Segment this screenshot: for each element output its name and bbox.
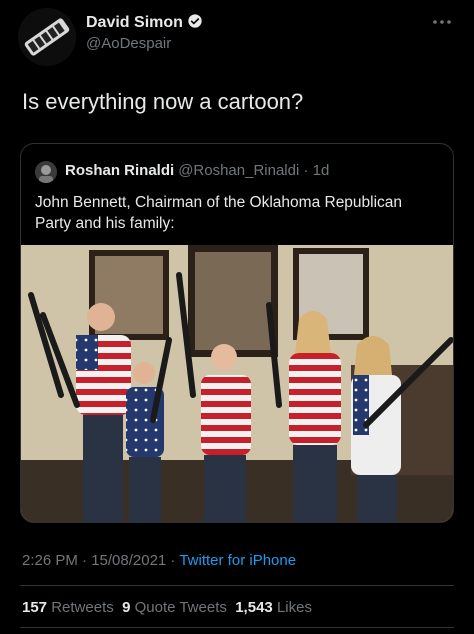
more-options-icon[interactable] bbox=[432, 12, 452, 30]
likes-stat[interactable]: 1,543 Likes bbox=[235, 599, 312, 616]
author-name[interactable]: David Simon bbox=[86, 13, 203, 32]
divider-bottom bbox=[20, 627, 454, 628]
author-display-name[interactable]: David Simon bbox=[86, 14, 183, 31]
tweet-meta: 2:26 PM · 15/08/2021 · Twitter for iPhon… bbox=[22, 552, 296, 569]
quote-tweets-stat[interactable]: 9 Quote Tweets bbox=[122, 599, 227, 616]
verified-badge-icon bbox=[188, 14, 202, 28]
quoted-handle-time: @Roshan_Rinaldi · 1d bbox=[178, 162, 330, 179]
family-photo-image bbox=[21, 245, 453, 522]
quoted-display-name[interactable]: Roshan Rinaldi bbox=[65, 162, 174, 179]
divider bbox=[20, 585, 454, 586]
tweet-source-link[interactable]: Twitter for iPhone bbox=[179, 552, 296, 569]
avatar-image bbox=[18, 8, 76, 66]
quoted-avatar[interactable] bbox=[35, 161, 57, 183]
retweets-stat[interactable]: 157 Retweets bbox=[22, 599, 114, 616]
tweet-photo[interactable] bbox=[21, 245, 453, 522]
quoted-author[interactable]: Roshan Rinaldi @Roshan_Rinaldi · 1d bbox=[65, 162, 329, 179]
author-handle[interactable]: @AoDespair bbox=[86, 35, 171, 52]
tweet-timestamp[interactable]: 2:26 PM · 15/08/2021 · bbox=[22, 552, 175, 569]
tweet-text: Is everything now a cartoon? bbox=[22, 89, 304, 114]
avatar[interactable] bbox=[18, 8, 76, 66]
quoted-tweet-text: John Bennett, Chairman of the Oklahoma R… bbox=[35, 194, 403, 232]
tweet-stats: 157 Retweets 9 Quote Tweets 1,543 Likes bbox=[22, 599, 312, 616]
quoted-tweet-card[interactable]: Roshan Rinaldi @Roshan_Rinaldi · 1d John … bbox=[20, 143, 454, 523]
